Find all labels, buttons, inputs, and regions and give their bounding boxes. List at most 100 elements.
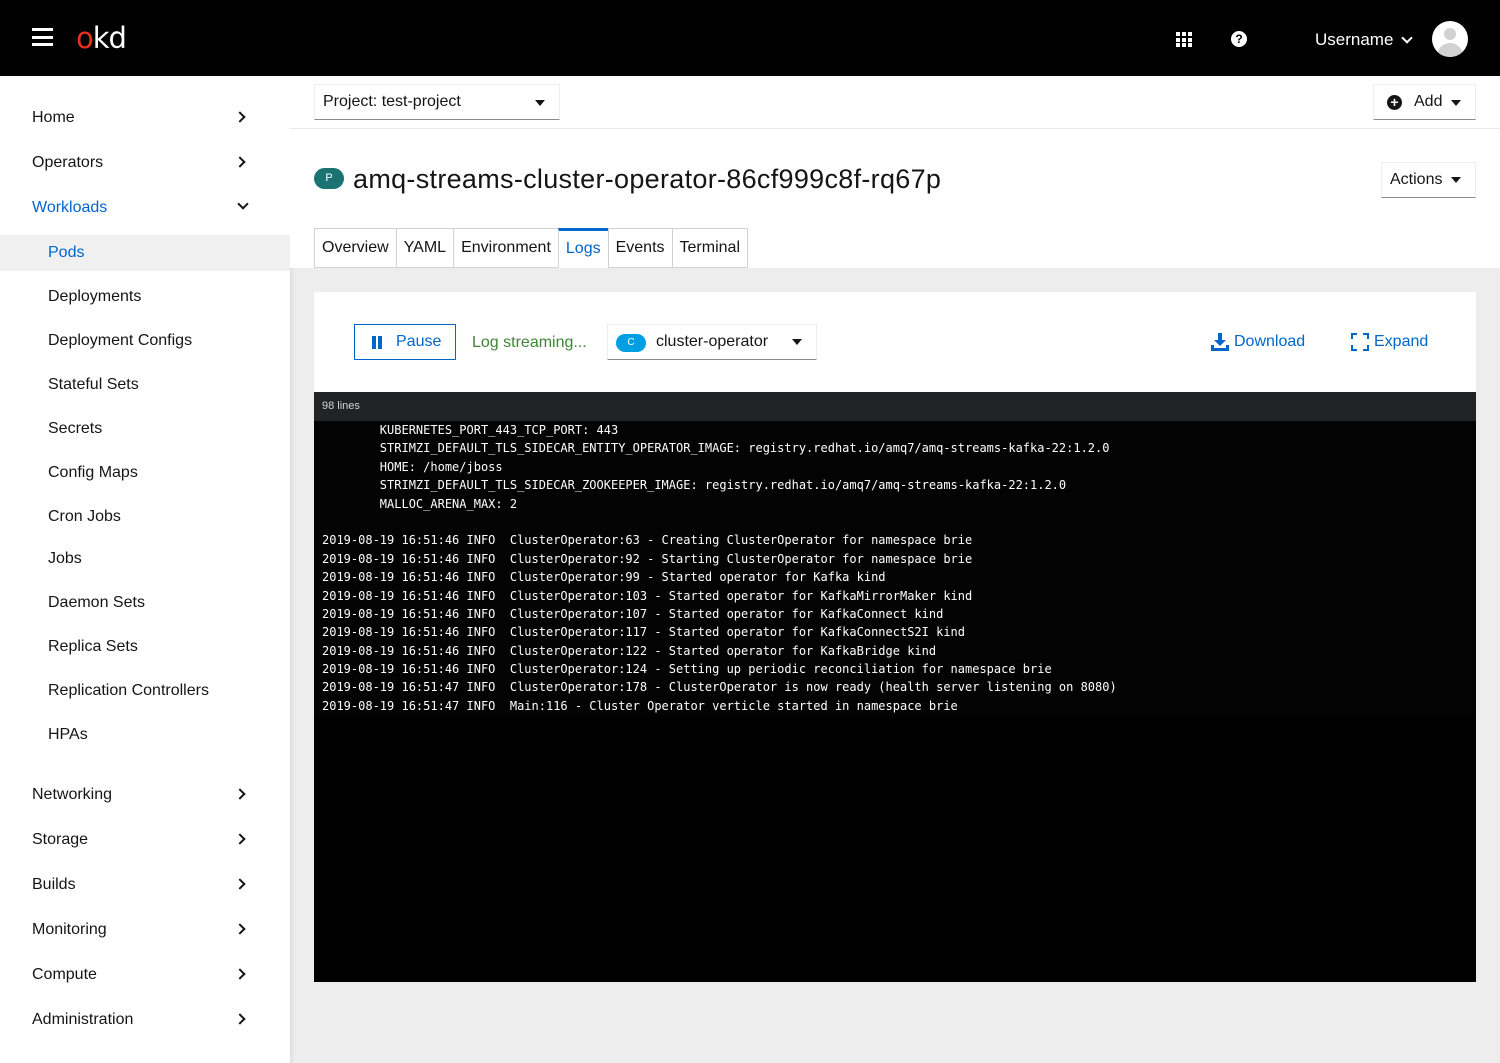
log-line: HOME: /home/jboss	[322, 459, 503, 474]
masthead: okd ? Username	[0, 0, 1500, 76]
pause-icon	[371, 336, 383, 349]
log-line: 2019-08-19 16:51:46 INFO ClusterOperator…	[322, 588, 973, 603]
log-line: 2019-08-19 16:51:47 INFO ClusterOperator…	[322, 680, 1117, 695]
sidebar-item-secrets[interactable]: Secrets	[0, 412, 290, 446]
sidebar-item-monitoring[interactable]: Monitoring	[0, 913, 290, 947]
caret-down-icon	[535, 100, 545, 106]
sidebar-item-replication-controllers[interactable]: Replication Controllers	[0, 674, 290, 708]
log-body: KUBERNETES_PORT_443_TCP_PORT: 443 STRIMZ…	[314, 421, 1476, 716]
help-icon[interactable]: ?	[1231, 31, 1247, 47]
chevron-right-icon	[234, 878, 246, 890]
sidebar-item-stateful-sets[interactable]: Stateful Sets	[0, 368, 290, 402]
container-selector[interactable]: C cluster-operator	[607, 324, 817, 360]
sidebar-item-deployments[interactable]: Deployments	[0, 280, 290, 314]
chevron-right-icon	[234, 1013, 246, 1025]
log-line: KUBERNETES_PORT_443_TCP_PORT: 443	[322, 423, 619, 437]
sidebar-item-storage[interactable]: Storage	[0, 823, 290, 857]
project-selector-label: Project: test-project	[323, 93, 461, 110]
log-line: 2019-08-19 16:51:46 INFO ClusterOperator…	[322, 570, 886, 585]
sidebar-item-label: Administration	[32, 1011, 134, 1028]
sidebar-item-label: Replica Sets	[48, 638, 138, 655]
expand-icon	[1351, 333, 1369, 351]
sidebar-item-label: HPAs	[48, 726, 88, 743]
tab-environment[interactable]: Environment	[453, 228, 558, 268]
sidebar-item-label: Storage	[32, 831, 89, 848]
tab-logs[interactable]: Logs	[557, 228, 608, 268]
caret-down-icon	[792, 339, 802, 345]
sidebar-item-label: Operators	[32, 154, 104, 171]
container-selector-label: cluster-operator	[656, 333, 769, 350]
hamburger-menu-icon[interactable]	[32, 28, 53, 46]
actions-button[interactable]: Actions	[1381, 162, 1476, 198]
tab-events[interactable]: Events	[607, 228, 672, 268]
tab-yaml[interactable]: YAML	[395, 228, 454, 268]
tab-overview[interactable]: Overview	[314, 228, 396, 268]
sidebar-item-workloads[interactable]: Workloads	[0, 191, 290, 225]
log-line: MALLOC_ARENA_MAX: 2	[322, 496, 518, 511]
chevron-right-icon	[234, 968, 246, 980]
sidebar-item-label: Replication Controllers	[48, 682, 209, 699]
log-line-count: 98 lines	[314, 392, 1476, 421]
okd-logo[interactable]: okd	[76, 20, 127, 56]
log-line: 2019-08-19 16:51:46 INFO ClusterOperator…	[322, 625, 965, 640]
username-label: Username	[1315, 30, 1394, 49]
sidebar-item-label: Daemon Sets	[48, 594, 145, 611]
user-menu[interactable]: Username	[1315, 28, 1414, 52]
tab-terminal[interactable]: Terminal	[671, 228, 748, 268]
caret-down-icon	[1451, 177, 1461, 183]
app-launcher-icon[interactable]	[1176, 32, 1192, 47]
sidebar-item-label: Monitoring	[32, 921, 107, 938]
sidebar: Home Operators Workloads Pods Deployments Dep…	[0, 76, 290, 1063]
download-link[interactable]: Download	[1211, 333, 1305, 351]
sidebar-item-label: Builds	[32, 876, 76, 893]
log-line: 2019-08-19 16:51:47 INFO Main:116 - Clus…	[322, 698, 958, 713]
actions-button-label: Actions	[1390, 171, 1443, 188]
sidebar-item-config-maps[interactable]: Config Maps	[0, 456, 290, 490]
sidebar-item-jobs[interactable]: Jobs	[0, 542, 290, 576]
pause-button[interactable]: Pause	[354, 324, 456, 360]
sidebar-item-label: Networking	[32, 786, 113, 803]
sidebar-item-home[interactable]: Home	[0, 101, 290, 135]
sidebar-item-networking[interactable]: Networking	[0, 778, 290, 812]
sidebar-item-cron-jobs[interactable]: Cron Jobs	[0, 500, 290, 534]
sidebar-item-daemon-sets[interactable]: Daemon Sets	[0, 586, 290, 620]
chevron-down-icon	[1401, 32, 1414, 44]
sidebar-item-deployment-configs[interactable]: Deployment Configs	[0, 324, 290, 358]
sidebar-item-pods[interactable]: Pods	[0, 235, 290, 271]
sidebar-item-operators[interactable]: Operators	[0, 146, 290, 180]
sidebar-item-compute[interactable]: Compute	[0, 958, 290, 992]
log-line: 2019-08-19 16:51:46 INFO ClusterOperator…	[322, 606, 944, 621]
sidebar-item-label: Jobs	[48, 550, 82, 567]
log-line: 2019-08-19 16:51:46 INFO ClusterOperator…	[322, 643, 937, 658]
tab-bar: Overview YAML Environment Logs Events Termina…	[314, 228, 748, 268]
sidebar-item-replica-sets[interactable]: Replica Sets	[0, 630, 290, 664]
add-button[interactable]: + Add	[1373, 84, 1476, 120]
chevron-right-icon	[234, 156, 246, 168]
project-selector[interactable]: Project: test-project	[314, 84, 560, 120]
sidebar-item-label: Deployment Configs	[48, 332, 193, 349]
sidebar-item-label: Stateful Sets	[48, 376, 139, 393]
page-title: amq-streams-cluster-operator-86cf999c8f-…	[353, 164, 942, 194]
add-button-label: Add	[1414, 93, 1443, 110]
log-line: STRIMZI_DEFAULT_TLS_SIDECAR_ENTITY_OPERA…	[322, 441, 1110, 456]
sidebar-item-administration[interactable]: Administration	[0, 1003, 290, 1037]
sidebar-item-builds[interactable]: Builds	[0, 868, 290, 902]
log-window[interactable]: KUBERNETES_PORT_443_TCP_PORT: 443 STRIMZ…	[314, 421, 1476, 982]
log-panel: Pause Log streaming... C cluster-operato…	[314, 292, 1476, 982]
pod-resource-badge: P	[314, 168, 344, 189]
avatar[interactable]	[1432, 21, 1468, 57]
caret-down-icon	[1451, 100, 1461, 106]
container-resource-badge: C	[616, 334, 646, 352]
log-line: 2019-08-19 16:51:46 INFO ClusterOperator…	[322, 662, 1052, 677]
chevron-right-icon	[234, 833, 246, 845]
sidebar-item-label: Config Maps	[48, 464, 138, 481]
expand-link[interactable]: Expand	[1351, 333, 1428, 351]
sidebar-item-hpas[interactable]: HPAs	[0, 718, 290, 752]
plus-circle-icon: +	[1387, 95, 1402, 110]
sidebar-item-label: Compute	[32, 966, 97, 983]
chevron-down-icon	[237, 198, 249, 210]
divider	[290, 128, 1500, 129]
log-line: 2019-08-19 16:51:46 INFO ClusterOperator…	[322, 551, 973, 566]
chevron-right-icon	[234, 788, 246, 800]
chevron-right-icon	[234, 923, 246, 935]
